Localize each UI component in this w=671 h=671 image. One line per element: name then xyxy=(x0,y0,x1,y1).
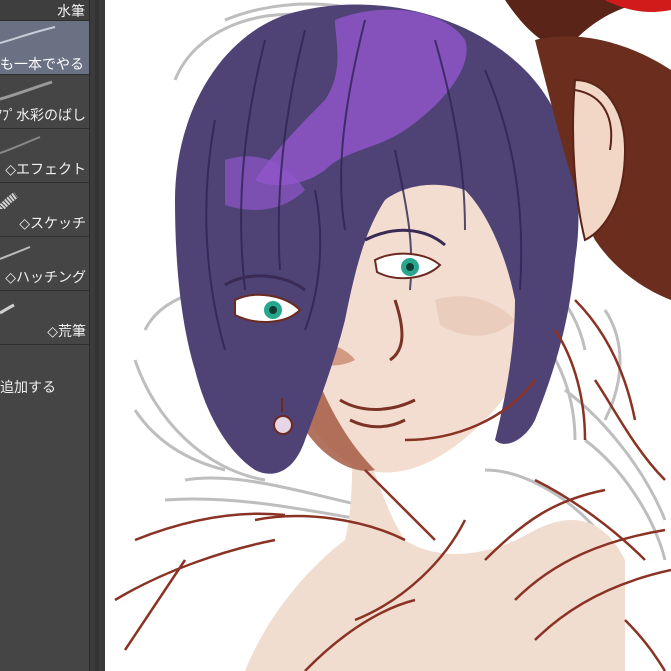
illustration xyxy=(114,0,671,671)
brush-stroke-preview-icon xyxy=(0,246,31,260)
brush-stroke-preview-icon xyxy=(0,192,18,209)
drawing-canvas[interactable] xyxy=(105,0,671,671)
panel-scrollbar[interactable] xyxy=(89,0,106,671)
brush-item-label: も一本でやる xyxy=(0,57,84,73)
brush-item-5[interactable]: ◇荒筆 xyxy=(0,291,89,345)
brush-item-label: ◇ハッチング xyxy=(5,270,86,286)
brush-group-title: 水筆 xyxy=(57,4,85,20)
add-brush-button[interactable]: 追加する xyxy=(0,377,56,397)
brush-item-0[interactable]: も一本でやる xyxy=(0,21,89,75)
brush-item-label: ｱﾌﾟ水彩のばし xyxy=(0,108,86,124)
brush-item-2[interactable]: ◇エフェクト xyxy=(0,129,89,183)
brush-item-4[interactable]: ◇ハッチング xyxy=(0,237,89,291)
brush-stroke-preview-icon xyxy=(0,136,41,154)
brush-group-header[interactable]: 水筆 xyxy=(0,0,89,21)
brush-item-label: ◇荒筆 xyxy=(47,324,86,340)
brush-stroke-preview-icon xyxy=(0,26,56,44)
brush-panel: 水筆 も一本でやる ｱﾌﾟ水彩のばし ◇エフェクト ◇スケッチ ◇ハッチング ◇… xyxy=(0,0,89,671)
brush-item-label: ◇エフェクト xyxy=(5,162,86,178)
brush-item-1[interactable]: ｱﾌﾟ水彩のばし xyxy=(0,75,89,129)
brush-item-3[interactable]: ◇スケッチ xyxy=(0,183,89,237)
brush-item-label: ◇スケッチ xyxy=(19,216,86,232)
brush-stroke-preview-icon xyxy=(0,80,53,101)
brush-stroke-preview-icon xyxy=(0,303,15,315)
